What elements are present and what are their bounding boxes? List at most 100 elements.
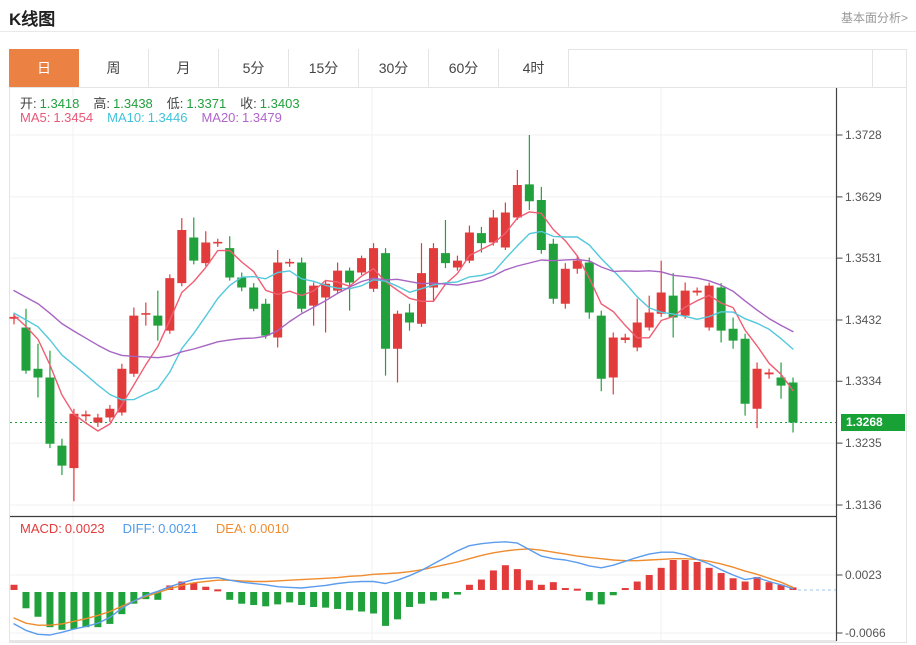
candle <box>693 288 702 296</box>
macd-bar <box>214 589 221 591</box>
tab-day[interactable]: 日 <box>9 49 79 87</box>
candle <box>249 283 258 311</box>
candle <box>549 239 558 304</box>
macd-bar <box>694 562 701 590</box>
macd-bar <box>610 592 617 595</box>
tab-60min[interactable]: 60分 <box>429 49 499 87</box>
macd-bar <box>490 570 497 590</box>
macd-legend: MACD:0.0023DIFF:0.0021DEA:0.0010 <box>20 521 289 536</box>
candle <box>165 274 174 333</box>
legend-item: MACD:0.0023 <box>20 521 105 536</box>
macd-axis-label: -0.0066 <box>845 625 886 641</box>
candle <box>417 243 426 327</box>
macd-bar <box>646 575 653 590</box>
candle <box>525 135 534 210</box>
candle <box>297 258 306 313</box>
candle <box>597 311 606 392</box>
candle <box>57 439 66 475</box>
candle <box>237 273 246 292</box>
macd-bar <box>70 592 77 629</box>
macd-bar <box>442 592 449 599</box>
tab-15min[interactable]: 15分 <box>289 49 359 87</box>
macd-bar <box>418 592 425 604</box>
tab-month[interactable]: 月 <box>149 49 219 87</box>
candle <box>645 296 654 331</box>
macd-bar <box>238 592 245 604</box>
tab-5min[interactable]: 5分 <box>219 49 289 87</box>
candle <box>777 363 786 399</box>
macd-bar <box>11 585 18 590</box>
macd-bar <box>670 560 677 590</box>
price-axis-label: 1.3136 <box>845 497 882 513</box>
macd-bar <box>466 585 473 590</box>
candle <box>213 239 222 247</box>
current-price-badge: 1.3268 <box>841 414 905 431</box>
candle <box>201 231 210 266</box>
macd-bar <box>706 568 713 590</box>
price-axis-label: 1.3629 <box>845 189 882 205</box>
macd-bar <box>22 592 29 608</box>
macd-bar <box>574 589 581 591</box>
candle <box>285 259 294 267</box>
price-axis-label: 1.3432 <box>845 312 882 328</box>
macd-bar <box>226 592 233 600</box>
candle <box>765 369 774 379</box>
macd-bar <box>562 588 569 590</box>
candle <box>513 170 522 220</box>
macd-bar <box>622 588 629 590</box>
macd-bar <box>718 573 725 590</box>
candle <box>381 248 390 376</box>
macd-bar <box>382 592 389 626</box>
macd-bar <box>358 592 365 612</box>
legend-item: MA5:1.3454 <box>20 110 93 125</box>
tab-30min[interactable]: 30分 <box>359 49 429 87</box>
candle <box>585 258 594 319</box>
macd-bar <box>250 592 257 605</box>
price-axis-label: 1.3531 <box>845 250 882 266</box>
macd-bar <box>370 592 377 614</box>
tab-week[interactable]: 周 <box>79 49 149 87</box>
macd-bar <box>478 580 485 590</box>
candle <box>357 256 366 275</box>
macd-bar <box>742 582 749 590</box>
candle <box>225 236 234 280</box>
macd-bar <box>526 580 533 590</box>
candle <box>741 334 750 416</box>
price-axis-label: 1.3235 <box>845 435 882 451</box>
macd-bar <box>202 587 209 590</box>
macd-bar <box>82 592 89 627</box>
candle <box>621 334 630 343</box>
candle <box>441 220 450 268</box>
candle <box>129 308 138 377</box>
macd-bar <box>538 585 545 590</box>
macd-histogram <box>11 560 797 630</box>
macd-bar <box>430 592 437 600</box>
macd-bar <box>550 582 557 590</box>
candle <box>189 218 198 265</box>
legend-item: MA20:1.3479 <box>201 110 281 125</box>
candle <box>33 344 42 398</box>
tab-row-end-border <box>872 50 873 88</box>
candle <box>69 409 78 502</box>
macd-bar <box>502 565 509 590</box>
macd-bar <box>766 582 773 590</box>
candle <box>633 299 642 352</box>
macd-bar <box>514 569 521 590</box>
macd-bar <box>682 560 689 590</box>
candle <box>501 203 510 251</box>
macd-bar <box>34 592 41 617</box>
macd-bar <box>262 592 269 606</box>
candle <box>117 364 126 416</box>
macd-axis-label: 0.0023 <box>845 567 882 583</box>
macd-bar <box>406 592 413 607</box>
macd-bar <box>286 592 293 602</box>
macd-bar <box>46 592 53 627</box>
candle <box>321 281 330 333</box>
candle <box>465 226 474 264</box>
candle <box>705 283 714 331</box>
candle <box>261 299 270 339</box>
legend-item: DIFF:0.0021 <box>123 521 198 536</box>
tab-4hour[interactable]: 4时 <box>499 49 569 87</box>
macd-bar <box>334 592 341 609</box>
candle <box>93 414 102 427</box>
